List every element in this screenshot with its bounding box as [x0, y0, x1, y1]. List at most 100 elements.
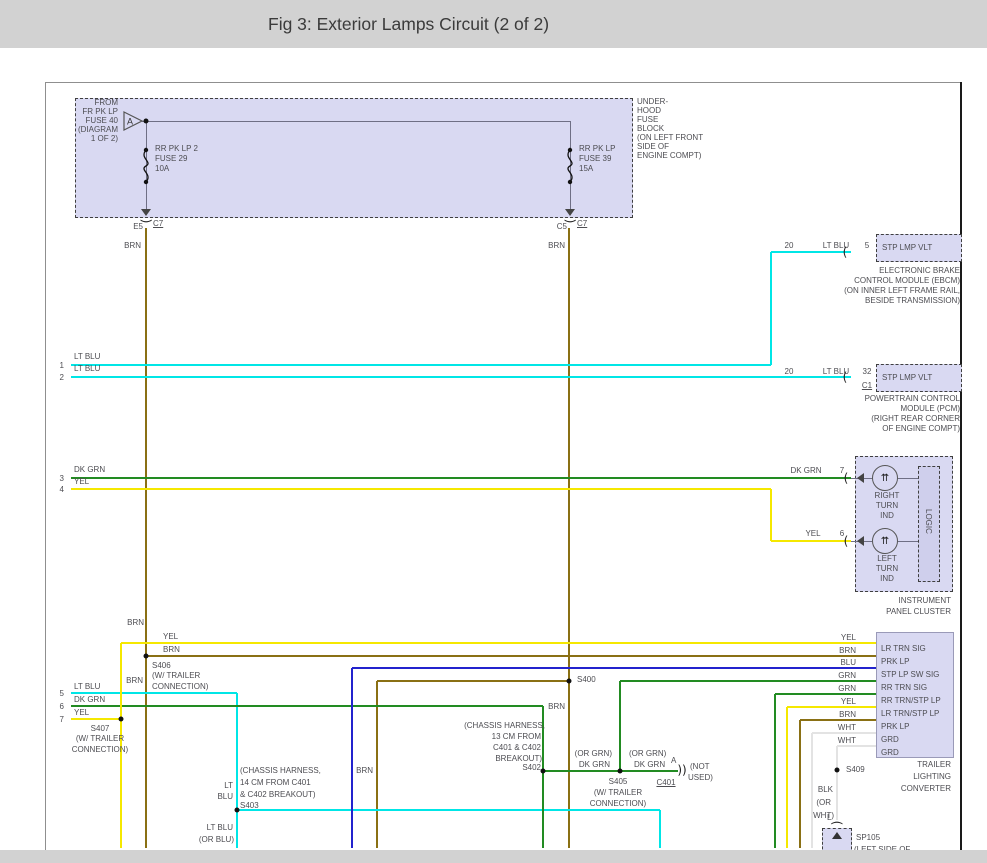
label: FUSE 40	[86, 116, 118, 125]
wire-brn-trailer-prk	[799, 720, 801, 848]
label: TRAILER	[917, 760, 951, 769]
label: LR TRN SIG	[881, 644, 926, 653]
label: YEL	[74, 708, 89, 717]
arrow-down-icon	[141, 209, 151, 216]
label: C5	[557, 222, 567, 231]
wiring-diagram: FROMFR PK LPFUSE 40(DIAGRAM1 OF 2)RR PK …	[0, 0, 987, 863]
label: PRK LP	[881, 722, 909, 731]
label: C401	[656, 778, 675, 787]
label: BRN	[548, 241, 565, 250]
label: RR TRN SIG	[881, 683, 927, 692]
label: LT BLU	[74, 364, 100, 373]
wire-dkgrn-s402-s405	[543, 770, 678, 772]
label: BRN	[356, 766, 373, 775]
junction-dot	[541, 769, 546, 774]
label: BLK	[818, 785, 833, 794]
label: (OR GRN)	[575, 749, 612, 758]
label: STP LP SW SIG	[881, 670, 939, 679]
junction-dot	[144, 654, 149, 659]
diagram-border-top	[45, 82, 962, 83]
label: GRN	[838, 684, 856, 693]
label: BRN	[548, 702, 565, 711]
label: BRN	[124, 241, 141, 250]
circuit-line	[898, 541, 918, 542]
label: 10A	[155, 164, 169, 173]
wire-ltblu-s403	[236, 693, 238, 848]
label: (ON LEFT FRONT	[637, 133, 703, 142]
wire-dkgrn-s402-s405	[620, 680, 876, 682]
label: UNDER-	[637, 97, 668, 106]
label: LT BLU	[74, 682, 100, 691]
wire-brn-s406-park-feed	[146, 655, 876, 657]
label: FR PK LP	[82, 107, 118, 116]
label: PANEL CLUSTER	[886, 607, 951, 616]
label: YEL	[74, 477, 89, 486]
label: 2	[60, 373, 64, 382]
label: 5	[60, 689, 64, 698]
label: BRN	[126, 676, 143, 685]
label: BLOCK	[637, 124, 664, 133]
label: S402	[522, 763, 541, 772]
wire-yel-s407	[121, 642, 876, 644]
wire-blu-stp-sw-sig	[352, 667, 876, 669]
label: RR PK LP 2	[155, 144, 198, 153]
wire-ltblu-stop-pcm	[71, 376, 851, 378]
wire-ltblu-s403	[659, 810, 661, 848]
label: 32	[863, 367, 872, 376]
label: TURN	[876, 501, 898, 510]
diagram-border-left	[45, 82, 46, 850]
label: DK GRN	[74, 465, 105, 474]
wire-dkgrn-right-turn-ind	[71, 477, 851, 479]
label: FUSE 29	[155, 154, 187, 163]
label: 20	[785, 367, 794, 376]
connector-icon: (	[563, 219, 577, 224]
label: GRD	[881, 748, 899, 757]
wire-brn-main-right	[568, 228, 570, 848]
wire-brn-s400-branch	[377, 680, 569, 682]
connector-icon: (	[844, 534, 849, 548]
label: 1	[60, 361, 64, 370]
label: CONTROL MODULE (EBCM)	[854, 276, 960, 285]
label: LT	[224, 781, 233, 790]
bottom-strip	[0, 850, 987, 863]
label: 15A	[579, 164, 593, 173]
label: GRN	[838, 671, 856, 680]
label: DK GRN	[634, 760, 665, 769]
label: USED)	[688, 773, 713, 782]
label: A	[671, 756, 676, 765]
turn-indicator-lamp-icon: ⇈	[872, 465, 898, 491]
label: MODULE (PCM)	[900, 404, 960, 413]
label: 1 OF 2)	[91, 134, 118, 143]
wire-brn-main-left	[145, 228, 147, 848]
circuit-line	[142, 121, 570, 122]
label: SP105	[856, 833, 880, 842]
label: LIGHTING	[913, 772, 951, 781]
wire-wht-grd-2	[837, 745, 876, 747]
fuse-icon	[139, 147, 153, 190]
connector-icon: (	[843, 245, 848, 259]
label: RIGHT	[875, 491, 900, 500]
label: CONNECTION)	[72, 745, 128, 754]
label: PRK LP	[881, 657, 909, 666]
label: (W/ TRAILER	[152, 671, 200, 680]
label: C7	[153, 219, 163, 228]
connector-icon: (	[139, 219, 153, 224]
label: STP LMP VLT	[882, 243, 932, 252]
label: (W/ TRAILER	[594, 788, 642, 797]
label: BLU	[840, 658, 856, 667]
wire-yel-left-turn-ind	[71, 488, 771, 490]
wire-blu-stp-sw-sig	[351, 668, 353, 848]
label: INSTRUMENT	[899, 596, 951, 605]
label: RR PK LP	[579, 144, 615, 153]
label: WHT	[838, 723, 856, 732]
label: 5	[865, 241, 869, 250]
junction-dot	[618, 769, 623, 774]
label: SIDE OF	[637, 142, 669, 151]
label: S409	[846, 765, 865, 774]
junction-dot	[119, 717, 124, 722]
label: BLU	[217, 792, 233, 801]
label: 6	[60, 702, 64, 711]
label: C1	[862, 381, 872, 390]
label: C7	[577, 219, 587, 228]
label: 14 CM FROM C401	[240, 778, 311, 787]
